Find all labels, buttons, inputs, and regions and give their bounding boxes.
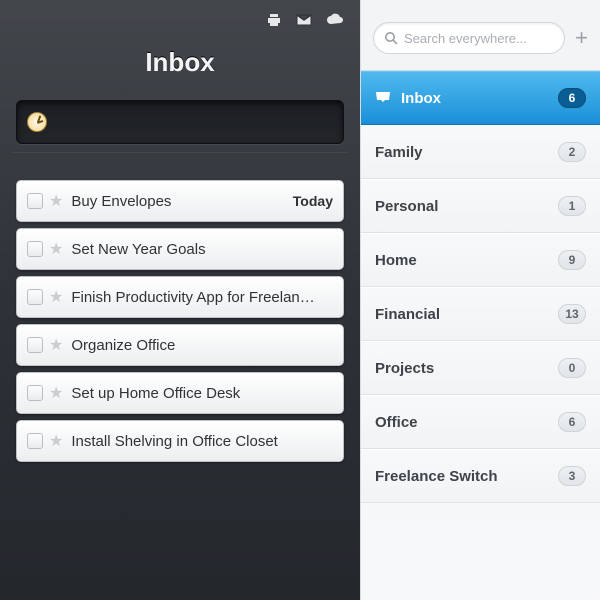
- task-checkbox[interactable]: [27, 241, 43, 257]
- list-label: Family: [375, 144, 558, 161]
- task-row[interactable]: ★ Organize Office: [16, 324, 344, 366]
- list-count: 13: [558, 304, 586, 324]
- list-row-home[interactable]: Home9: [361, 233, 600, 287]
- task-label: Set up Home Office Desk: [71, 385, 333, 402]
- star-icon[interactable]: ★: [49, 383, 63, 403]
- star-icon[interactable]: ★: [49, 191, 63, 211]
- list-count: 0: [558, 358, 586, 378]
- list-row-family[interactable]: Family2: [361, 125, 600, 179]
- search-icon: [384, 31, 398, 45]
- list-count: 2: [558, 142, 586, 162]
- list-label: Office: [375, 414, 558, 431]
- list-label: Personal: [375, 198, 558, 215]
- task-label: Install Shelving in Office Closet: [71, 433, 333, 450]
- task-panel: Inbox ★ Buy EnvelopesToday ★ Set New Year G…: [0, 0, 360, 600]
- task-row[interactable]: ★ Buy EnvelopesToday: [16, 180, 344, 222]
- page-title: Inbox: [16, 47, 344, 78]
- sidebar: Search everywhere... + Inbox6Family2Pers…: [360, 0, 600, 600]
- task-checkbox[interactable]: [27, 289, 43, 305]
- star-icon[interactable]: ★: [49, 239, 63, 259]
- list-container: Inbox6Family2Personal1Home9Financial13Pr…: [361, 71, 600, 503]
- print-icon[interactable]: [266, 12, 282, 33]
- list-row-financial[interactable]: Financial13: [361, 287, 600, 341]
- list-label: Projects: [375, 360, 558, 377]
- clock-icon: [27, 112, 47, 132]
- list-row-personal[interactable]: Personal1: [361, 179, 600, 233]
- task-row[interactable]: ★ Finish Productivity App for Freelan…: [16, 276, 344, 318]
- task-label: Organize Office: [71, 337, 333, 354]
- cloud-icon[interactable]: [326, 12, 344, 33]
- input-shelf: [12, 152, 348, 162]
- list-row-office[interactable]: Office6: [361, 395, 600, 449]
- list-label: Home: [375, 252, 558, 269]
- task-label: Buy Envelopes: [71, 193, 292, 210]
- task-checkbox[interactable]: [27, 337, 43, 353]
- list-count: 6: [558, 412, 586, 432]
- quick-add-input[interactable]: [16, 100, 344, 144]
- task-checkbox[interactable]: [27, 433, 43, 449]
- task-checkbox[interactable]: [27, 193, 43, 209]
- list-label: Financial: [375, 306, 558, 323]
- star-icon[interactable]: ★: [49, 431, 63, 451]
- searchbar: Search everywhere... +: [361, 0, 600, 71]
- list-count: 9: [558, 250, 586, 270]
- task-label: Finish Productivity App for Freelan…: [71, 289, 333, 306]
- task-row[interactable]: ★ Install Shelving in Office Closet: [16, 420, 344, 462]
- add-list-button[interactable]: +: [575, 25, 588, 51]
- search-input[interactable]: Search everywhere...: [373, 22, 565, 54]
- task-checkbox[interactable]: [27, 385, 43, 401]
- task-list: ★ Buy EnvelopesToday ★ Set New Year Goals ★ F…: [16, 180, 344, 462]
- star-icon[interactable]: ★: [49, 335, 63, 355]
- search-placeholder: Search everywhere...: [404, 31, 527, 46]
- task-label: Set New Year Goals: [71, 241, 333, 258]
- star-icon[interactable]: ★: [49, 287, 63, 307]
- task-due: Today: [293, 193, 333, 209]
- inbox-icon: [375, 91, 391, 105]
- list-label: Inbox: [401, 90, 558, 107]
- list-row-projects[interactable]: Projects0: [361, 341, 600, 395]
- list-count: 6: [558, 88, 586, 108]
- mail-icon[interactable]: [296, 12, 312, 33]
- task-row[interactable]: ★ Set up Home Office Desk: [16, 372, 344, 414]
- list-label: Freelance Switch: [375, 468, 558, 485]
- list-row-inbox[interactable]: Inbox6: [361, 71, 600, 125]
- task-row[interactable]: ★ Set New Year Goals: [16, 228, 344, 270]
- list-count: 3: [558, 466, 586, 486]
- toolbar: [16, 12, 344, 33]
- list-count: 1: [558, 196, 586, 216]
- list-row-freelance-switch[interactable]: Freelance Switch3: [361, 449, 600, 503]
